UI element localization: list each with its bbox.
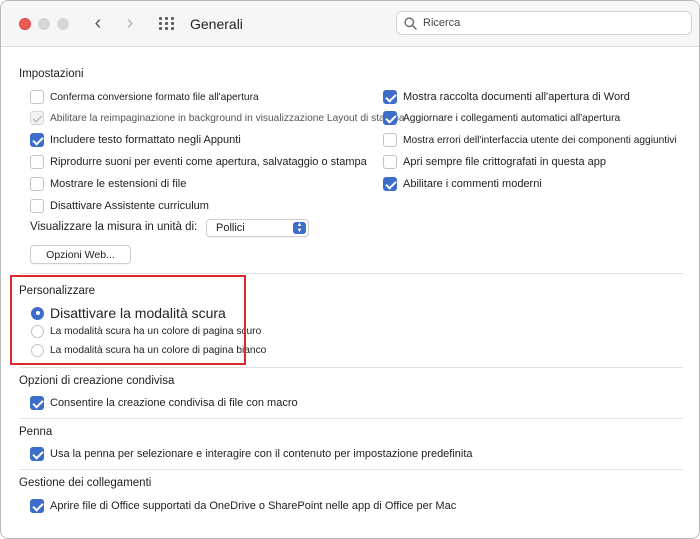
measure-unit-select[interactable]: Pollici ▲ ▼ [206,219,309,237]
measure-unit-value: Pollici [216,222,245,234]
divider [19,273,683,274]
section-title-pen: Penna [19,426,53,438]
search-box[interactable] [396,11,692,35]
checkbox-row[interactable]: Abilitare la reimpaginazione in backgrou… [30,110,405,126]
section-title-coauthoring: Opzioni di creazione condivisa [19,375,175,387]
minimize-window-button[interactable] [38,18,50,30]
checkbox-row[interactable]: Consentire la creazione condivisa di fil… [30,395,298,411]
show-all-grid-icon[interactable] [159,17,175,31]
checkbox[interactable] [30,155,44,169]
checkbox[interactable] [383,111,397,125]
divider [19,418,683,419]
window-title: Generali [190,16,243,32]
checkbox-row[interactable]: Mostra errori dell'interfaccia utente de… [383,132,677,148]
measure-unit-label: Visualizzare la misura in unità di: [30,221,198,233]
checkbox-row[interactable]: Riprodurre suoni per eventi come apertur… [30,154,367,170]
checkbox-row[interactable]: Aprire file di Office supportati da OneD… [30,498,456,514]
search-icon [404,17,417,30]
checkbox[interactable] [30,111,44,125]
checkbox[interactable] [383,177,397,191]
section-title-links: Gestione dei collegamenti [19,477,152,489]
checkbox-label: Abilitare i commenti moderni [403,178,542,190]
title-bar: ‹ › Generali [1,1,699,47]
checkbox-row[interactable]: Aggiornare i collegamenti automatici all… [383,110,620,126]
checkbox-row[interactable]: Includere testo formattato negli Appunti [30,132,241,148]
checkbox-label: Aggiornare i collegamenti automatici all… [403,112,621,124]
checkbox-label: Mostra raccolta documenti all'apertura d… [403,91,630,103]
checkbox-label: Mostra errori dell'interfaccia utente de… [403,134,677,146]
checkbox-label: Mostrare le estensioni di file [50,178,187,190]
checkbox-label: Abilitare la reimpaginazione in backgrou… [50,112,405,124]
checkbox-label: Riprodurre suoni per eventi come apertur… [50,156,367,168]
checkbox-label: Includere testo formattato negli Appunti [50,134,241,146]
checkbox-label: Consentire la creazione condivisa di fil… [50,397,298,409]
divider [19,367,683,368]
checkbox-label: Conferma conversione formato file all'ap… [50,91,259,103]
checkbox[interactable] [30,396,44,410]
search-input[interactable] [423,15,683,31]
checkbox[interactable] [30,447,44,461]
checkbox[interactable] [30,199,44,213]
web-options-button[interactable]: Opzioni Web... [30,245,131,264]
checkbox[interactable] [383,90,397,104]
checkbox-row[interactable]: Usa la penna per selezionare e interagir… [30,446,473,462]
forward-chevron-icon[interactable]: › [120,13,140,34]
checkbox-row[interactable]: Conferma conversione formato file all'ap… [30,89,259,105]
checkbox[interactable] [383,133,397,147]
back-chevron-icon[interactable]: ‹ [88,13,108,34]
checkbox[interactable] [30,133,44,147]
checkbox-row[interactable]: Mostrare le estensioni di file [30,176,186,192]
checkbox-row[interactable]: Disattivare Assistente curriculum [30,198,209,214]
checkbox[interactable] [30,90,44,104]
checkbox-label: Usa la penna per selezionare e interagir… [50,448,473,460]
checkbox[interactable] [30,177,44,191]
checkbox-label: Aprire file di Office supportati da OneD… [50,500,457,512]
checkbox-label: Apri sempre file crittografati in questa… [403,156,606,168]
checkbox-row[interactable]: Mostra raccolta documenti all'apertura d… [383,89,630,105]
checkbox-label: Disattivare Assistente curriculum [50,200,209,212]
checkbox-row[interactable]: Apri sempre file crittografati in questa… [383,154,606,170]
close-window-button[interactable] [19,18,31,30]
divider [19,469,683,470]
checkbox[interactable] [383,155,397,169]
checkbox[interactable] [30,499,44,513]
checkbox-row[interactable]: Abilitare i commenti moderni [383,176,542,192]
section-title-impostazioni: Impostazioni [19,68,84,80]
updown-chevron-icon: ▲ ▼ [293,222,306,234]
preferences-window: ‹ › Generali Impostazioni Conferma conve… [0,0,700,539]
zoom-window-button[interactable] [57,18,69,30]
highlight-box [10,275,246,365]
